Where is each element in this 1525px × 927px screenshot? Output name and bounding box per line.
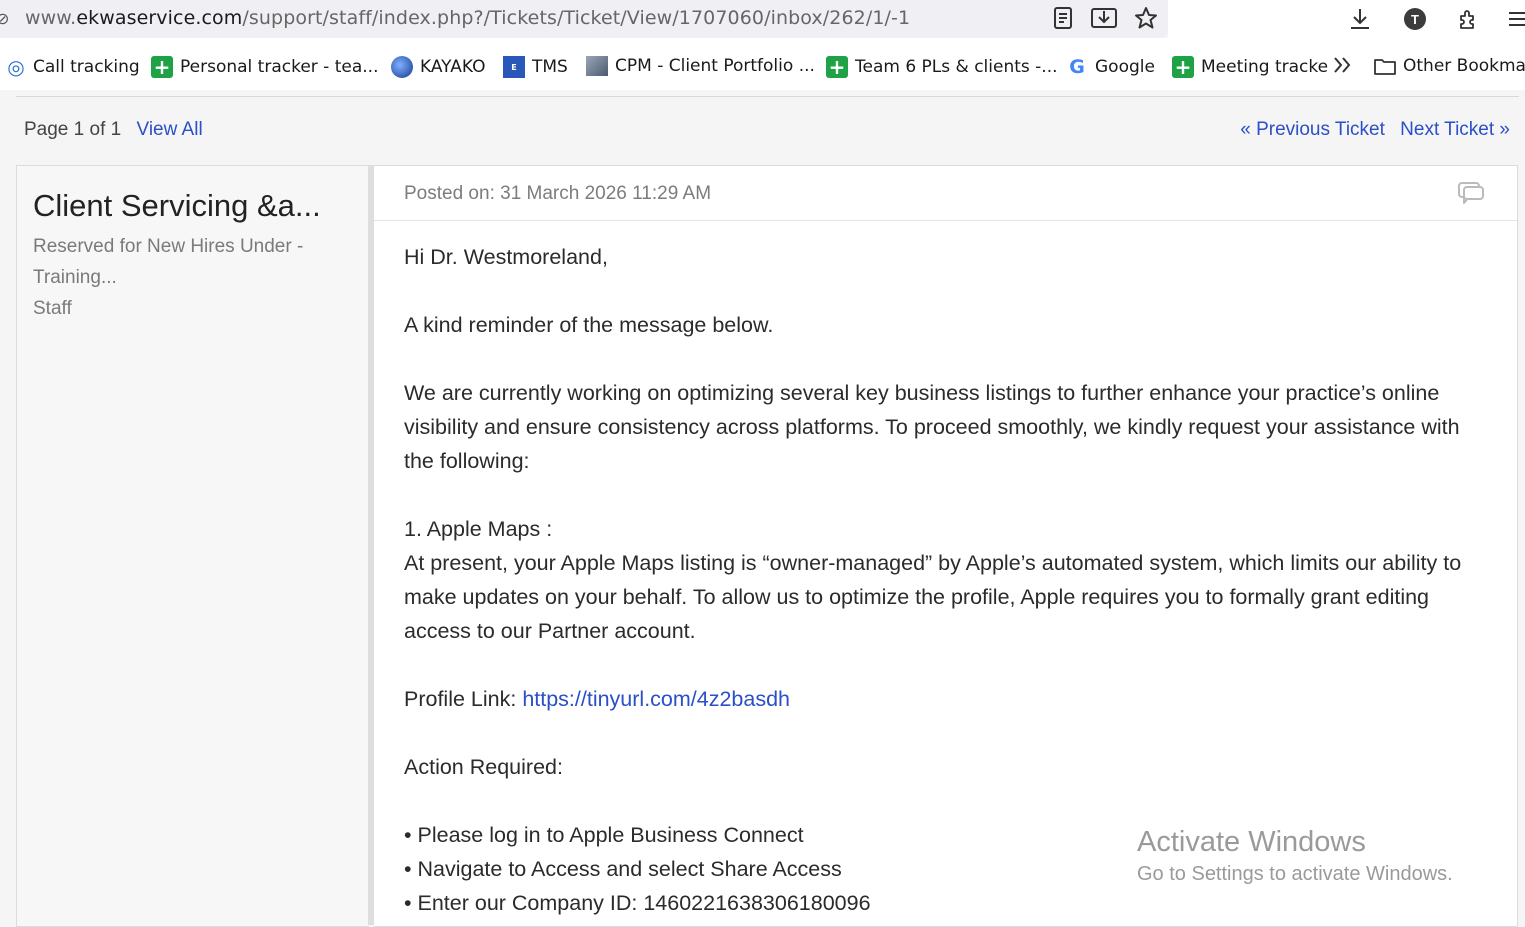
bookmark-call-tracking[interactable]: ◎ Call tracking: [6, 55, 140, 79]
kayako-globe-icon: [391, 56, 413, 78]
view-all-link[interactable]: View All: [136, 119, 202, 140]
other-bookmarks-label: Other Bookmar: [1403, 56, 1525, 76]
address-bar[interactable]: ⊘ www.ekwaservice.com/support/staff/inde…: [0, 0, 1168, 38]
extensions-icon[interactable]: [1456, 6, 1482, 32]
reader-view-icon[interactable]: [1049, 5, 1077, 31]
bookmark-label: KAYAKO: [420, 57, 486, 77]
bookmark-label: Meeting tracke: [1201, 57, 1329, 77]
avatar: T: [1404, 8, 1426, 30]
bookmark-google[interactable]: G Google: [1066, 56, 1155, 78]
bookmark-label: Google: [1095, 57, 1155, 77]
sheets-plus-icon: +: [826, 56, 848, 78]
bookmark-label: Team 6 PLs & clients -...: [855, 57, 1058, 77]
more-bookmarks-chevron-icon[interactable]: [1332, 56, 1352, 74]
previous-ticket-link[interactable]: « Previous Ticket: [1240, 119, 1385, 140]
top-divider: [16, 96, 1519, 97]
profile-label: Profile Link:: [404, 687, 523, 711]
intro-paragraph: We are currently working on optimizing s…: [404, 381, 1460, 473]
call-tracking-icon: ◎: [7, 55, 25, 79]
url-domain: ekwaservice.com: [76, 7, 243, 29]
downloads-icon[interactable]: [1347, 6, 1373, 32]
post-panel: Posted on: 31 March 2026 11:29 AM Hi Dr.…: [374, 165, 1518, 927]
menu-icon[interactable]: [1504, 6, 1525, 32]
author-name: Client Servicing &a...: [33, 188, 321, 223]
reminder-text: A kind reminder of the message below.: [404, 313, 774, 337]
author-panel: Client Servicing &a... Reserved for New …: [16, 165, 369, 927]
bookmark-label: Call tracking: [33, 57, 140, 77]
profile-line: Profile Link: https://tinyurl.com/4z2bas…: [404, 682, 1464, 716]
url-text[interactable]: www.ekwaservice.com/support/staff/index.…: [25, 7, 910, 29]
folder-icon: [1374, 59, 1396, 75]
url-path: /support/staff/index.php?/Tickets/Ticket…: [242, 7, 911, 29]
bookmark-team-6[interactable]: + Team 6 PLs & clients -...: [826, 56, 1058, 78]
bookmark-label: Personal tracker - tea...: [180, 57, 379, 77]
other-bookmarks[interactable]: Other Bookmar: [1374, 56, 1525, 76]
bookmark-star-icon[interactable]: [1132, 5, 1160, 31]
sheets-plus-icon: +: [1172, 56, 1194, 78]
account-avatar[interactable]: T: [1402, 6, 1428, 32]
bookmark-kayako[interactable]: KAYAKO: [391, 56, 485, 78]
next-ticket-link[interactable]: Next Ticket »: [1400, 119, 1510, 140]
site-info-icon[interactable]: ⊘: [0, 9, 9, 29]
tms-icon: E: [503, 56, 525, 78]
page-indicator: Page 1 of 1: [24, 119, 122, 140]
bookmark-tms[interactable]: E TMS: [503, 56, 568, 78]
post-header: Posted on: 31 March 2026 11:29 AM: [374, 166, 1517, 221]
quote-reply-icon[interactable]: [1457, 180, 1485, 206]
save-page-icon[interactable]: [1090, 5, 1118, 31]
posted-on: Posted on: 31 March 2026 11:29 AM: [404, 183, 712, 204]
profile-link[interactable]: https://tinyurl.com/4z2basdh: [522, 687, 790, 711]
section-title: 1. Apple Maps :: [404, 517, 553, 541]
author-role: Staff: [33, 298, 72, 319]
windows-activation-watermark: Activate Windows Go to Settings to activ…: [1137, 826, 1453, 886]
cpm-icon: [586, 56, 608, 76]
section-body: At present, your Apple Maps listing is “…: [404, 551, 1462, 643]
author-details: Reserved for New Hires Under - Training.…: [33, 231, 353, 324]
bookmark-cpm[interactable]: CPM - Client Portfolio ...: [586, 56, 815, 76]
pager: Page 1 of 1 View All: [24, 119, 203, 141]
post-body: Hi Dr. Westmoreland, A kind reminder of …: [404, 240, 1464, 920]
bookmark-meeting-tracker[interactable]: + Meeting tracke: [1172, 56, 1328, 78]
sheets-plus-icon: +: [151, 56, 173, 78]
bookmarks-toolbar: ◎ Call tracking + Personal tracker - tea…: [0, 38, 1525, 90]
google-icon: G: [1069, 56, 1085, 78]
action-required: Action Required:: [404, 755, 563, 779]
watermark-title: Activate Windows: [1137, 826, 1366, 858]
step-item: • Enter our Company ID: 1460221638306180…: [404, 891, 871, 915]
greeting: Hi Dr. Westmoreland,: [404, 245, 608, 269]
bookmark-personal-tracker[interactable]: + Personal tracker - tea...: [151, 56, 378, 78]
bookmark-label: CPM - Client Portfolio ...: [615, 56, 815, 76]
toolbar-right: T: [1168, 0, 1525, 38]
watermark-subtitle: Go to Settings to activate Windows.: [1137, 863, 1453, 885]
url-prefix: www.: [25, 7, 77, 29]
ticket-navigation: « Previous Ticket Next Ticket »: [1240, 119, 1510, 141]
bookmark-label: TMS: [532, 57, 568, 77]
author-team: Reserved for New Hires Under - Training.…: [33, 236, 304, 288]
